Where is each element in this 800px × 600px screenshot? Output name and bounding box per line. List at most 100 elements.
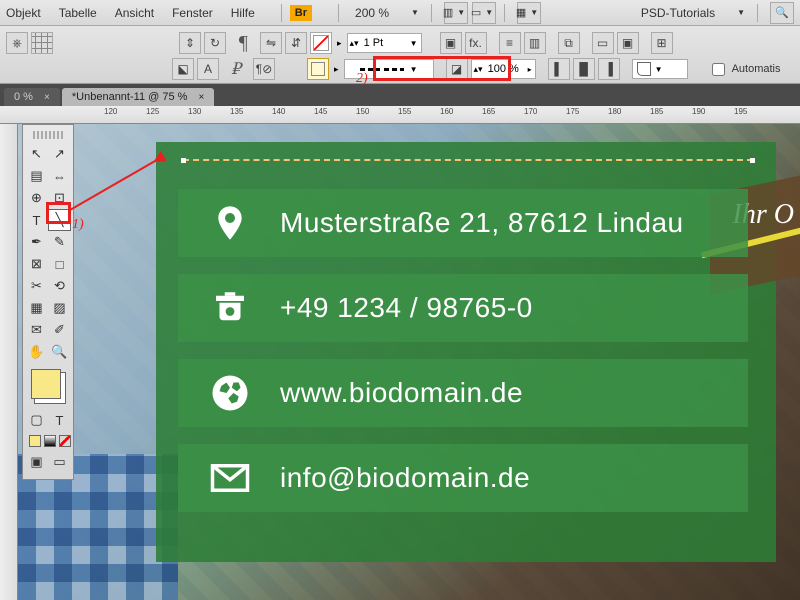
tools-panel[interactable]: ↖↗ ▤⇔ ⊕⊡ T╲ ✒✎ ⊠□ ✂⟲ ▦▨ ✉✐ ✋🔍 ▢T ▣▭ bbox=[22, 124, 74, 480]
gap-tool[interactable]: ⇔ bbox=[48, 165, 71, 187]
apply-text-icon[interactable]: T bbox=[48, 409, 71, 431]
screen-mode-button[interactable]: ▭▼ bbox=[472, 2, 496, 24]
columns-icon[interactable]: ▥ bbox=[524, 32, 546, 54]
email-row[interactable]: info@biodomain.de bbox=[178, 444, 748, 512]
scissors-tool[interactable]: ✂ bbox=[25, 275, 48, 297]
annotation-label-1: 1) bbox=[72, 217, 84, 233]
type-tool[interactable]: T bbox=[25, 209, 48, 231]
rectangle-frame-tool[interactable]: ⊠ bbox=[25, 253, 48, 275]
view-mode-button[interactable]: ▥▼ bbox=[444, 2, 468, 24]
corner-options[interactable]: ▼ bbox=[632, 59, 688, 79]
crop-icon[interactable]: ⧉ bbox=[558, 32, 580, 54]
bridge-button[interactable]: Br bbox=[290, 5, 312, 21]
fit-content-icon[interactable]: ▣ bbox=[617, 32, 639, 54]
rectangle-tool[interactable]: □ bbox=[48, 253, 71, 275]
selection-tool[interactable]: ↖ bbox=[25, 143, 48, 165]
apply-none[interactable] bbox=[59, 435, 71, 447]
web-row[interactable]: www.biodomain.de bbox=[178, 359, 748, 427]
page-tool[interactable]: ▤ bbox=[25, 165, 48, 187]
workspace-switcher[interactable]: PSD-Tutorials bbox=[641, 6, 715, 20]
address-row[interactable]: Musterstraße 21, 87612 Lindau bbox=[178, 189, 748, 257]
auto-checkbox[interactable] bbox=[712, 63, 725, 76]
mail-icon bbox=[208, 456, 252, 500]
annotation-label-2: 2) bbox=[356, 71, 368, 87]
control-bar: ⎈ ⇕ ↻ ¶ ⇋ ⇵ ▸ ▴▾▼ ▣ fx. ≡ ▥ ⧉ ▭ ▣ ⊞ ⬕ A … bbox=[0, 26, 800, 84]
stroke-weight-field[interactable]: ▴▾▼ bbox=[347, 33, 422, 53]
pin-icon bbox=[208, 201, 252, 245]
zoom-field[interactable]: 200 % ▼ bbox=[355, 6, 423, 20]
phone-text: +49 1234 / 98765-0 bbox=[280, 292, 533, 324]
separator bbox=[281, 4, 282, 22]
annotation-highlight-2 bbox=[373, 56, 511, 81]
paragraph-style-icon[interactable]: ¶ bbox=[229, 32, 257, 55]
reference-point-icon[interactable] bbox=[31, 32, 53, 54]
clear-override-icon[interactable]: ¶⊘ bbox=[253, 58, 275, 80]
shear-icon[interactable]: ⬕ bbox=[172, 58, 194, 80]
stroke-weight-input[interactable] bbox=[361, 37, 407, 49]
auto-label: Automatis bbox=[732, 63, 781, 75]
preview-view[interactable]: ▭ bbox=[48, 451, 71, 473]
menu-fenster[interactable]: Fenster bbox=[172, 6, 213, 20]
fit-frame-icon[interactable]: ▭ bbox=[592, 32, 614, 54]
apply-color-icon[interactable]: ▢ bbox=[25, 409, 48, 431]
search-icon[interactable]: 🔍 bbox=[770, 2, 794, 24]
menu-objekt[interactable]: Objekt bbox=[6, 6, 41, 20]
hand-tool[interactable]: ✋ bbox=[25, 341, 48, 363]
web-text: www.biodomain.de bbox=[280, 377, 523, 409]
stroke-swatch[interactable] bbox=[307, 58, 329, 80]
document-tab-active[interactable]: *Unbenannt-11 @ 75 % × bbox=[62, 88, 214, 106]
pen-tool[interactable]: ✒ bbox=[25, 231, 48, 253]
vertical-ruler[interactable] bbox=[0, 124, 18, 600]
address-text: Musterstraße 21, 87612 Lindau bbox=[280, 207, 684, 239]
chevron-down-icon: ▼ bbox=[737, 8, 745, 17]
direct-selection-tool[interactable]: ↗ bbox=[48, 143, 71, 165]
chevron-down-icon: ▼ bbox=[411, 8, 419, 17]
char-p-icon[interactable]: ₽ bbox=[222, 59, 250, 79]
apply-gradient[interactable] bbox=[44, 435, 56, 447]
phone-row[interactable]: +49 1234 / 98765-0 bbox=[178, 274, 748, 342]
document-tab[interactable]: 0 % × bbox=[4, 88, 60, 106]
flip-h-icon[interactable]: ⇋ bbox=[260, 32, 282, 54]
zoom-value: 200 % bbox=[355, 6, 389, 20]
align-left-icon[interactable]: ▌ bbox=[548, 58, 570, 80]
rotate-icon[interactable]: ↻ bbox=[204, 32, 226, 54]
note-tool[interactable]: ✉ bbox=[25, 319, 48, 341]
free-transform-tool[interactable]: ⟲ bbox=[48, 275, 71, 297]
tab-label: *Unbenannt-11 @ 75 % bbox=[72, 91, 188, 103]
pencil-tool[interactable]: ✎ bbox=[48, 231, 71, 253]
constrain-icon[interactable]: ⇕ bbox=[179, 32, 201, 54]
fill-swatch[interactable] bbox=[310, 32, 332, 54]
document-canvas[interactable]: Ihr O Musterstraße 21, 87612 Lindau +49 … bbox=[0, 124, 800, 600]
phone-icon bbox=[208, 286, 252, 330]
gradient-feather-tool[interactable]: ▨ bbox=[48, 297, 71, 319]
horizontal-ruler[interactable]: 120 125 130 135 140 145 150 155 160 165 … bbox=[0, 106, 800, 124]
content-tool[interactable]: ⊕ bbox=[25, 187, 48, 209]
apply-color[interactable] bbox=[29, 435, 41, 447]
menu-bar: Objekt Tabelle Ansicht Fenster Hilfe Br … bbox=[0, 0, 800, 26]
effects-icon[interactable]: fx. bbox=[465, 32, 487, 54]
align-text-icon[interactable]: ≡ bbox=[499, 32, 521, 54]
tab-label: 0 % bbox=[14, 91, 33, 103]
group-icon[interactable]: ⊞ bbox=[651, 32, 673, 54]
wrap-icon[interactable]: ▣ bbox=[440, 32, 462, 54]
align-center-icon[interactable]: █ bbox=[573, 58, 595, 80]
zoom-tool[interactable]: 🔍 bbox=[48, 341, 71, 363]
close-icon[interactable]: × bbox=[198, 92, 204, 103]
panel-grip[interactable] bbox=[33, 131, 63, 139]
arrange-button[interactable]: ▦▼ bbox=[517, 2, 541, 24]
normal-view[interactable]: ▣ bbox=[25, 451, 48, 473]
menu-hilfe[interactable]: Hilfe bbox=[231, 6, 255, 20]
anchor-icon[interactable]: ⎈ bbox=[6, 32, 28, 54]
menu-ansicht[interactable]: Ansicht bbox=[115, 6, 154, 20]
selected-dashed-line[interactable] bbox=[183, 159, 753, 161]
menu-tabelle[interactable]: Tabelle bbox=[59, 6, 97, 20]
close-icon[interactable]: × bbox=[44, 92, 50, 103]
char-style-icon[interactable]: A bbox=[197, 58, 219, 80]
eyedropper-tool[interactable]: ✐ bbox=[48, 319, 71, 341]
gradient-swatch-tool[interactable]: ▦ bbox=[25, 297, 48, 319]
flip-v-icon[interactable]: ⇵ bbox=[285, 32, 307, 54]
align-right-icon[interactable]: ▐ bbox=[598, 58, 620, 80]
annotation-highlight-1 bbox=[46, 202, 71, 224]
fill-stroke-swatch[interactable] bbox=[31, 369, 61, 399]
canvas-viewport[interactable]: Ihr O Musterstraße 21, 87612 Lindau +49 … bbox=[18, 124, 800, 600]
